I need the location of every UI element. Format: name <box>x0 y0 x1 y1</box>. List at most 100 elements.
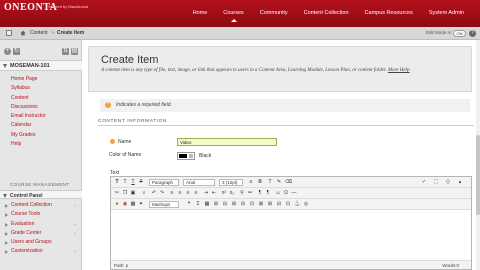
editor-text-area[interactable] <box>111 210 471 261</box>
paragraph-select[interactable]: Paragraph <box>149 179 179 186</box>
sort-icon[interactable]: ⇅ <box>62 48 69 55</box>
strikethrough-icon[interactable]: T <box>138 179 144 185</box>
highlight-icon[interactable]: ✎ <box>276 179 282 185</box>
rtl-icon[interactable]: ¶ <box>265 190 271 196</box>
sidebar-item-users-and-groups[interactable]: Users and Groups <box>0 238 82 247</box>
home-icon[interactable] <box>20 30 26 36</box>
sidebar-item-help[interactable]: Help <box>0 140 82 149</box>
sidebar-item-home-page[interactable]: Home Page <box>0 75 82 84</box>
font-size-select[interactable]: 3 (12pt) <box>219 179 243 186</box>
add-menu-item-icon[interactable]: + <box>4 48 11 55</box>
menu-toggle-icon[interactable] <box>6 30 12 36</box>
tab-campus-resources[interactable]: Campus Resources <box>357 10 421 16</box>
editor-toolbar-row-3: ● ◉ ▦ ✦ Mashups ❝ Σ ▦ ⊞ ⊟ ⊞ ⊟ ⊡ ⊠ ⊞ ⊟ ⊡ … <box>111 199 471 210</box>
edit-mode-toggle[interactable]: ON <box>453 30 466 37</box>
name-field[interactable] <box>177 138 277 146</box>
required-star-icon: * <box>105 102 111 108</box>
insert-row-icon[interactable]: ⊞ <box>213 201 219 207</box>
align-center-icon[interactable]: ≡ <box>177 190 183 196</box>
word-count: Words:0 <box>442 263 459 268</box>
text-format-icon[interactable]: T <box>122 179 128 185</box>
mashups-select[interactable]: Mashups <box>149 201 179 208</box>
breadcrumb-current: Create Item <box>57 30 85 36</box>
redo-icon[interactable]: ↷ <box>159 190 165 196</box>
font-select[interactable]: Arial <box>183 179 215 186</box>
anchor-icon[interactable]: ⚓ <box>294 201 300 207</box>
delete-column-icon[interactable]: ⊟ <box>240 201 246 207</box>
view-icon[interactable]: ▤ <box>71 48 78 55</box>
row-props-icon[interactable]: ⊡ <box>285 201 291 207</box>
more-help-link[interactable]: More Help <box>388 68 410 73</box>
text-color-icon[interactable]: T <box>267 179 273 185</box>
fullscreen-icon[interactable]: ⛶ <box>433 179 439 185</box>
ltr-icon[interactable]: ¶ <box>257 190 263 196</box>
subscript-icon[interactable]: x₂ <box>229 190 235 196</box>
justify-icon[interactable]: ≡ <box>193 190 199 196</box>
text-format-icon[interactable]: T <box>114 179 120 185</box>
find-icon[interactable]: ⌕ <box>141 190 147 196</box>
insert-flash-icon[interactable]: ✦ <box>138 201 144 207</box>
tab-community[interactable]: Community <box>252 10 296 16</box>
outdent-icon[interactable]: ⇤ <box>211 190 217 196</box>
equation-icon[interactable]: Σ <box>195 201 201 207</box>
breadcrumb-content[interactable]: Content <box>30 30 48 36</box>
html-icon[interactable]: ⟨⟩ <box>445 179 451 185</box>
unlink-icon[interactable]: ⚯ <box>247 190 253 196</box>
delete-row-icon[interactable]: ⊟ <box>222 201 228 207</box>
toggle-toolbar-icon[interactable]: ▴ <box>457 179 463 185</box>
clear-format-icon[interactable]: ⌫ <box>285 179 292 185</box>
page-scrollbar[interactable] <box>476 40 480 270</box>
bullet-list-icon[interactable]: ≡ <box>248 179 254 185</box>
sidebar-item-grade-center[interactable]: Grade Center → <box>0 229 82 238</box>
main-content: Create Item A content item is any type o… <box>88 46 476 270</box>
tab-home[interactable]: Home <box>185 10 216 16</box>
align-right-icon[interactable]: ≡ <box>185 190 191 196</box>
editor-toolbar-row-2: ✂ ❐ ▣ ⌕ ↶ ↷ ≡ ≡ ≡ ≡ ⇥ ⇤ x² x₂ ⚲ ⚯ ¶ ¶ ☺ … <box>111 188 471 199</box>
underline-icon[interactable]: T <box>130 179 136 185</box>
tab-content-collection[interactable]: Content Collection <box>296 10 357 16</box>
course-header[interactable]: MOSEMAN-101 <box>0 60 82 71</box>
editor-toolbar-row-1: T T T T Paragraph Arial 3 (12pt) ≡ ≣ T ✎… <box>111 177 471 188</box>
hr-icon[interactable]: — <box>291 190 297 196</box>
copy-icon[interactable]: ❐ <box>122 190 128 196</box>
sidebar-item-content[interactable]: Content <box>0 94 82 103</box>
sidebar-item-discussions[interactable]: Discussions <box>0 103 82 112</box>
scrollbar-thumb[interactable] <box>476 135 480 215</box>
symbol-icon[interactable]: Ω <box>283 190 289 196</box>
insert-media-icon[interactable]: ▦ <box>130 201 136 207</box>
link-icon[interactable]: ⚲ <box>239 190 245 196</box>
insert-column-icon[interactable]: ⊞ <box>231 201 237 207</box>
sidebar-item-course-tools[interactable]: Course Tools <box>0 210 82 219</box>
undo-icon[interactable]: ↶ <box>151 190 157 196</box>
sidebar-item-my-grades[interactable]: My Grades <box>0 131 82 140</box>
attach-file-icon[interactable]: ● <box>114 201 120 207</box>
tab-courses[interactable]: Courses <box>215 10 251 22</box>
sidebar-item-syllabus[interactable]: Syllabus <box>0 84 82 93</box>
indent-icon[interactable]: ⇥ <box>203 190 209 196</box>
quote-icon[interactable]: ❝ <box>186 201 192 207</box>
control-panel-header[interactable]: Control Panel <box>0 190 82 199</box>
numbered-list-icon[interactable]: ≣ <box>257 179 263 185</box>
superscript-icon[interactable]: x² <box>221 190 227 196</box>
sidebar-item-customization[interactable]: Customization → <box>0 247 82 256</box>
sidebar-item-calendar[interactable]: Calendar <box>0 121 82 130</box>
color-picker[interactable] <box>177 152 195 160</box>
paste-icon[interactable]: ▣ <box>130 190 136 196</box>
sidebar-item-email-instructor[interactable]: Email Instructor <box>0 112 82 121</box>
emoticon-icon[interactable]: ☺ <box>275 190 281 196</box>
table-props-icon[interactable]: ⊞ <box>267 201 273 207</box>
help-icon[interactable]: ? <box>469 30 476 37</box>
merge-cells-icon[interactable]: ⊡ <box>249 201 255 207</box>
cell-props-icon[interactable]: ⊟ <box>276 201 282 207</box>
table-icon[interactable]: ▦ <box>204 201 210 207</box>
sidebar-item-evaluation[interactable]: Evaluation → <box>0 220 82 229</box>
preview-icon[interactable]: ◎ <box>303 201 309 207</box>
refresh-icon[interactable]: ↻ <box>13 48 20 55</box>
split-cells-icon[interactable]: ⊠ <box>258 201 264 207</box>
align-left-icon[interactable]: ≡ <box>169 190 175 196</box>
insert-image-icon[interactable]: ◉ <box>122 201 128 207</box>
sidebar-item-content-collection[interactable]: Content Collection → <box>0 201 82 210</box>
tab-system-admin[interactable]: System Admin <box>421 10 472 16</box>
cut-icon[interactable]: ✂ <box>114 190 120 196</box>
spellcheck-icon[interactable]: ✓ <box>421 179 427 185</box>
